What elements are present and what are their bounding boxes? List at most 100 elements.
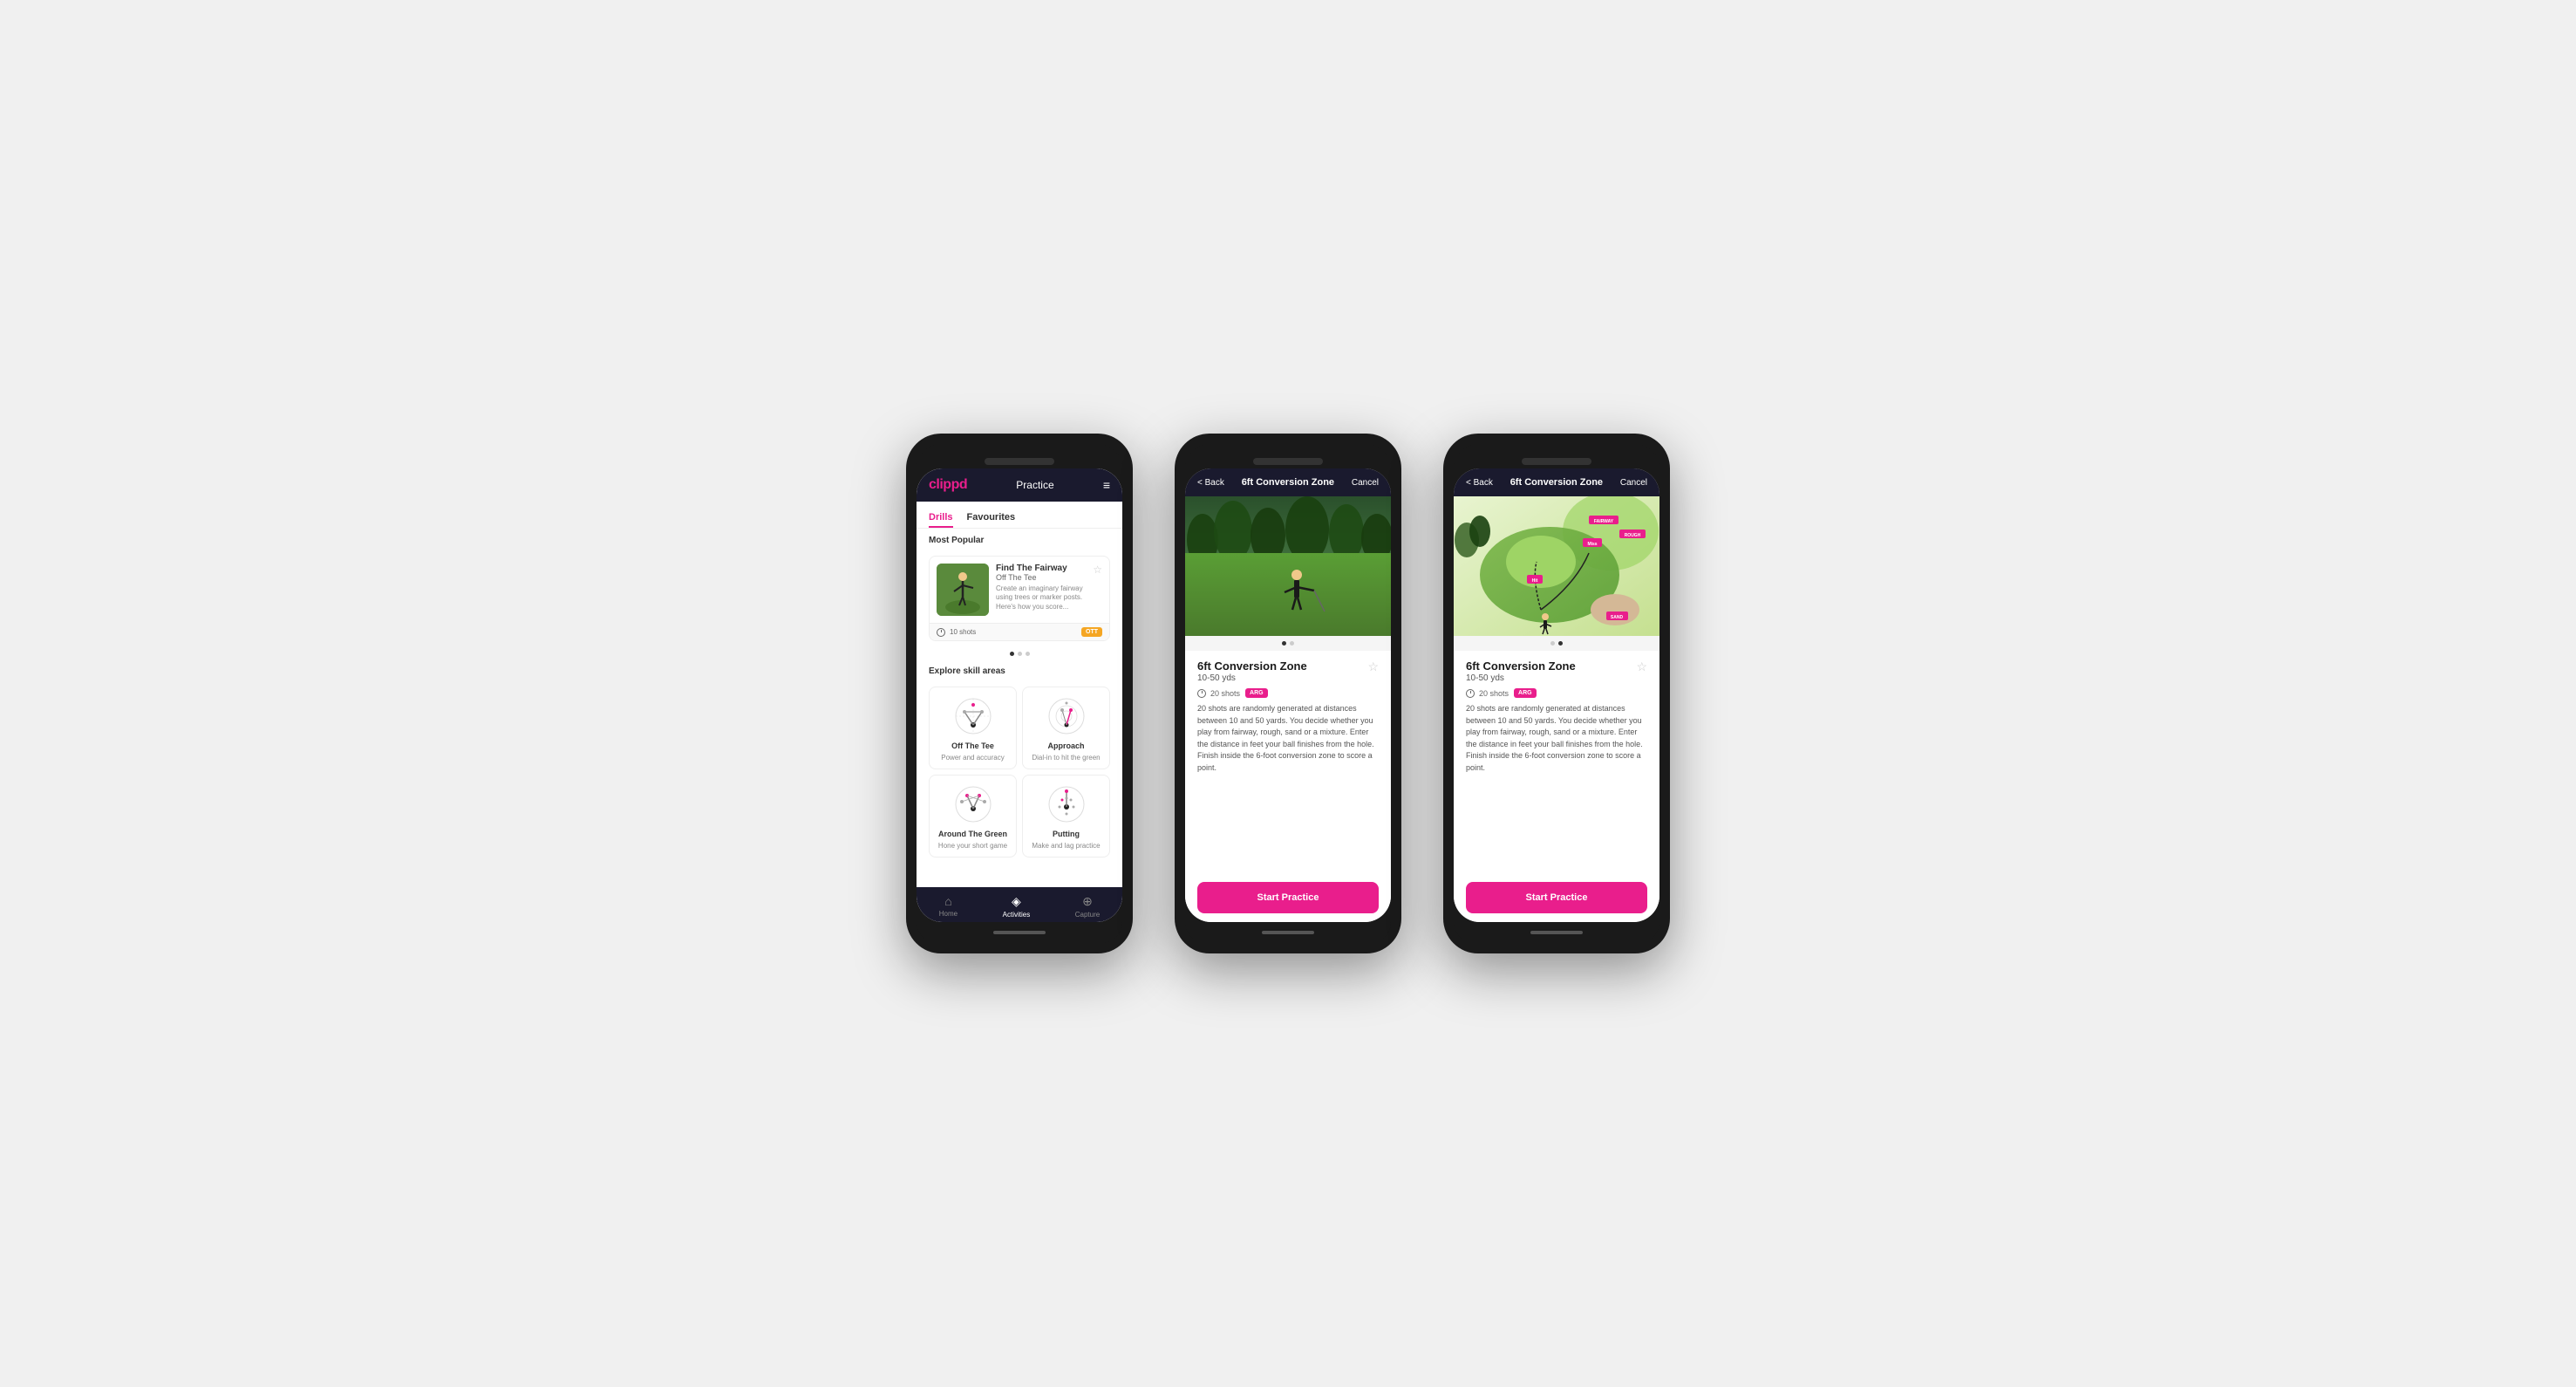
start-practice-button-2[interactable]: Start Practice: [1197, 882, 1379, 913]
skill-desc-atg: Hone your short game: [938, 842, 1007, 850]
app-logo: clippd: [929, 477, 967, 493]
golf-illustration-svg: Miss Hit FAIRWAY ROUGH SAND: [1454, 496, 1659, 636]
svg-text:Miss: Miss: [1587, 542, 1597, 547]
carousel-dot-3-1[interactable]: [1550, 641, 1555, 646]
featured-drill-image: [937, 564, 989, 616]
carousel-dot-3-2[interactable]: [1558, 641, 1563, 646]
arg-badge-2: ARG: [1245, 688, 1268, 698]
skill-icon-putting: [1045, 782, 1088, 826]
featured-shots: 10 shots: [937, 628, 976, 637]
nav-home[interactable]: ⌂ Home: [939, 894, 957, 919]
detail-star-3[interactable]: ☆: [1636, 659, 1647, 674]
bottom-nav: ⌂ Home ◈ Activities ⊕ Capture: [917, 887, 1122, 922]
featured-card-content: Find The Fairway Off The Tee Create an i…: [930, 557, 1109, 623]
clock-icon-3: [1466, 689, 1475, 698]
phone-2: < Back 6ft Conversion Zone Cancel: [1175, 434, 1401, 953]
carousel-dots: [929, 648, 1110, 659]
clock-icon-2: [1197, 689, 1206, 698]
phone-3: < Back 6ft Conversion Zone Cancel: [1443, 434, 1670, 953]
carousel-dot-2-1[interactable]: [1282, 641, 1286, 646]
detail-carousel-dots-3: [1454, 636, 1659, 651]
back-button-3[interactable]: < Back: [1466, 478, 1493, 488]
cancel-button-3[interactable]: Cancel: [1620, 478, 1647, 488]
detail-shots-2: 20 shots: [1197, 689, 1240, 698]
detail-description-3: 20 shots are randomly generated at dista…: [1466, 703, 1647, 774]
shots-count-3: 20 shots: [1479, 689, 1509, 698]
tab-drills[interactable]: Drills: [929, 509, 953, 528]
detail-shots-row-2: 20 shots ARG: [1197, 688, 1379, 698]
golf-photo: [1185, 496, 1391, 636]
skill-name-approach: Approach: [1047, 741, 1084, 750]
drill-range-3: 10-50 yds: [1466, 673, 1576, 683]
ott-icon-svg: [951, 694, 995, 738]
detail-nav-title-2: 6ft Conversion Zone: [1242, 477, 1334, 488]
carousel-dot-1[interactable]: [1010, 652, 1014, 656]
menu-icon[interactable]: ≡: [1103, 478, 1110, 492]
screen-detail-photo: < Back 6ft Conversion Zone Cancel: [1185, 468, 1391, 922]
nav-capture-label: Capture: [1075, 911, 1100, 919]
carousel-dot-2-2[interactable]: [1290, 641, 1294, 646]
notch-pill-3: [1522, 458, 1591, 465]
skill-card-approach[interactable]: Approach Dial-in to hit the green: [1022, 687, 1110, 769]
golf-illustration: Miss Hit FAIRWAY ROUGH SAND: [1454, 496, 1659, 636]
atg-icon-svg: [951, 782, 995, 826]
most-popular-label: Most Popular: [929, 536, 1110, 545]
detail-header-2: < Back 6ft Conversion Zone Cancel: [1185, 468, 1391, 496]
detail-description-2: 20 shots are randomly generated at dista…: [1197, 703, 1379, 774]
svg-text:FAIRWAY: FAIRWAY: [1594, 519, 1614, 524]
detail-shots-3: 20 shots: [1466, 689, 1509, 698]
nav-capture[interactable]: ⊕ Capture: [1075, 894, 1100, 919]
featured-star-icon[interactable]: ☆: [1093, 564, 1102, 616]
home-indicator-3: [1454, 922, 1659, 943]
start-btn-container-3: Start Practice: [1454, 875, 1659, 922]
notch-pill-2: [1253, 458, 1323, 465]
featured-footer: 10 shots OTT: [930, 623, 1109, 640]
skill-card-putting[interactable]: Putting Make and lag practice: [1022, 775, 1110, 857]
start-practice-button-3[interactable]: Start Practice: [1466, 882, 1647, 913]
phone-notch-2: [1185, 444, 1391, 468]
carousel-dot-2[interactable]: [1018, 652, 1022, 656]
phone-notch-1: [917, 444, 1122, 468]
detail-body-2: 6ft Conversion Zone 10-50 yds ☆ 20 shots…: [1185, 651, 1391, 875]
back-button-2[interactable]: < Back: [1197, 478, 1224, 488]
activities-icon: ◈: [1012, 894, 1021, 909]
skill-name-atg: Around The Green: [938, 830, 1007, 838]
explore-label: Explore skill areas: [929, 666, 1110, 676]
home-indicator-1: [917, 922, 1122, 943]
phone-screen-3: < Back 6ft Conversion Zone Cancel: [1454, 468, 1659, 922]
screen-detail-illustration: < Back 6ft Conversion Zone Cancel: [1454, 468, 1659, 922]
home-bar-3: [1530, 931, 1583, 934]
featured-drill-text: Find The Fairway Off The Tee Create an i…: [996, 564, 1086, 616]
detail-title-row-2: 6ft Conversion Zone 10-50 yds ☆: [1197, 659, 1379, 683]
skill-desc-approach: Dial-in to hit the green: [1032, 754, 1100, 762]
skill-icon-atg: [951, 782, 995, 826]
shots-label: 10 shots: [950, 628, 976, 636]
detail-drill-title-2: 6ft Conversion Zone 10-50 yds: [1197, 659, 1307, 683]
shots-count-2: 20 shots: [1210, 689, 1240, 698]
svg-text:Hit: Hit: [1532, 578, 1538, 584]
skill-card-atg[interactable]: Around The Green Hone your short game: [929, 775, 1017, 857]
phone-screen-1: clippd Practice ≡ Drills Favourites Most…: [917, 468, 1122, 922]
tab-favourites[interactable]: Favourites: [967, 509, 1016, 528]
carousel-dot-3[interactable]: [1026, 652, 1030, 656]
tabs-bar: Drills Favourites: [917, 502, 1122, 529]
detail-carousel-dots-2: [1185, 636, 1391, 651]
home-bar-2: [1262, 931, 1314, 934]
putting-icon-svg: [1045, 782, 1088, 826]
home-icon: ⌂: [944, 894, 951, 908]
screen-practice-list: clippd Practice ≡ Drills Favourites Most…: [917, 468, 1122, 922]
app-header: clippd Practice ≡: [917, 468, 1122, 502]
svg-text:ROUGH: ROUGH: [1625, 533, 1641, 538]
header-title: Practice: [1016, 479, 1053, 491]
skill-grid: Off The Tee Power and accuracy: [929, 687, 1110, 857]
capture-icon: ⊕: [1082, 894, 1093, 909]
detail-star-2[interactable]: ☆: [1367, 659, 1379, 674]
featured-drill-card[interactable]: Find The Fairway Off The Tee Create an i…: [929, 556, 1110, 641]
nav-activities[interactable]: ◈ Activities: [1003, 894, 1031, 919]
skill-name-ott: Off The Tee: [951, 741, 994, 750]
skill-card-ott[interactable]: Off The Tee Power and accuracy: [929, 687, 1017, 769]
featured-description: Create an imaginary fairway using trees …: [996, 584, 1086, 612]
golf-photo-svg: [1185, 496, 1391, 636]
cancel-button-2[interactable]: Cancel: [1352, 478, 1379, 488]
skill-desc-ott: Power and accuracy: [941, 754, 1004, 762]
